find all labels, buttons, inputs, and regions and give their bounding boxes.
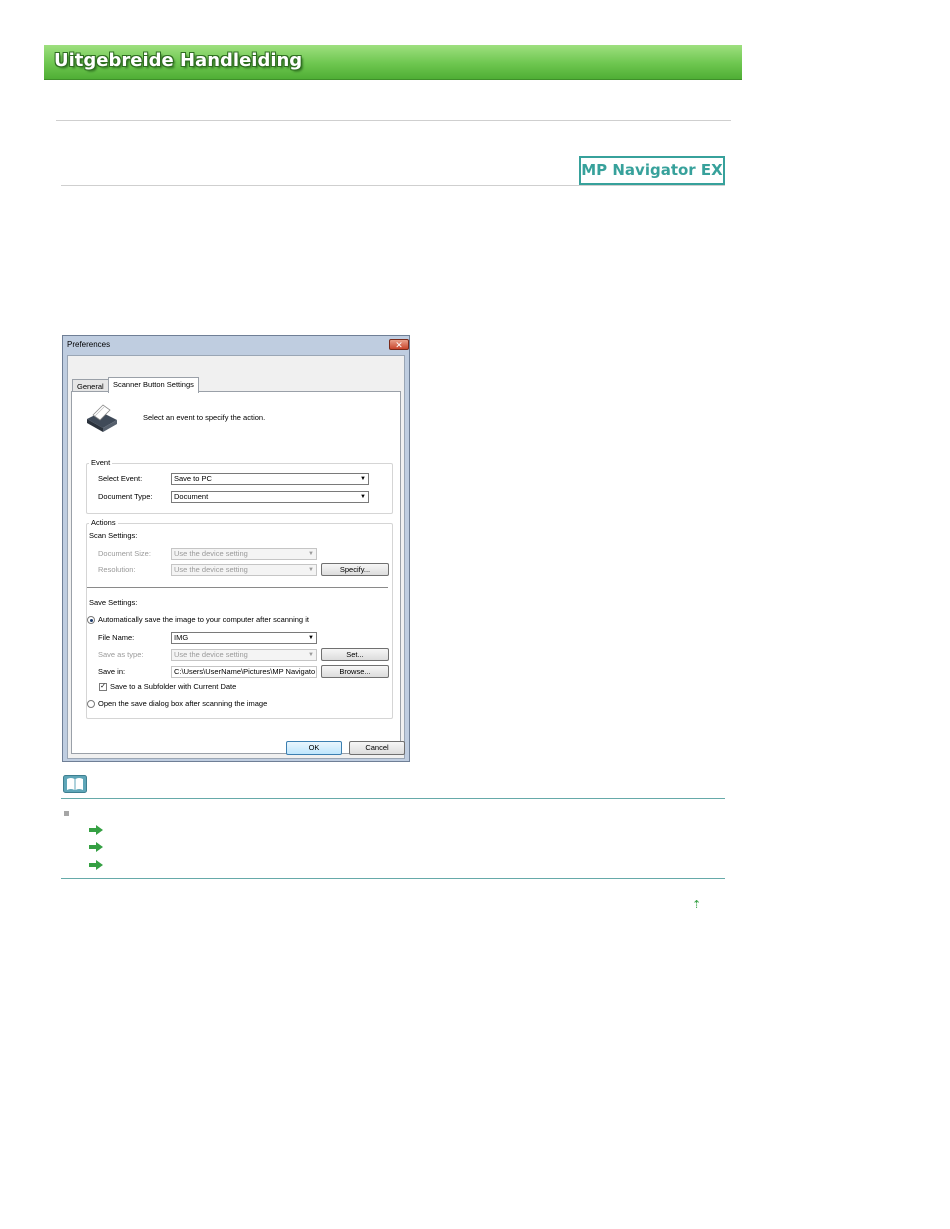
dialog-body: General Scanner Button Settings Select a… [67,355,405,759]
scanner-icon [87,404,117,432]
resolution-value: Use the device setting [174,565,248,574]
document-type-dropdown[interactable]: Document ▼ [171,491,369,503]
document-size-dropdown[interactable]: Use the device setting ▼ [171,548,317,560]
subfolder-checkbox[interactable]: ✓ [99,683,107,691]
prompt-text: Select an event to specify the action. [143,413,266,422]
preferences-dialog: Preferences ✕ General Scanner Button Set… [62,335,410,762]
document-size-label: Document Size: [98,549,151,558]
resolution-label: Resolution: [98,565,136,574]
save-settings-label: Save Settings: [89,598,138,607]
save-in-label: Save in: [98,667,126,676]
note-book-icon [63,775,87,793]
document-size-value: Use the device setting [174,549,248,558]
select-event-label: Select Event: [98,474,143,483]
chevron-down-icon: ▼ [308,551,314,557]
link-arrow-icon[interactable] [89,825,103,835]
note-rule-bottom [61,878,725,879]
back-to-top-link[interactable]: ⇡ [692,898,701,911]
document-type-label: Document Type: [98,492,153,501]
select-event-value: Save to PC [174,474,212,483]
chevron-down-icon: ▼ [308,652,314,658]
document-type-value: Document [174,492,209,501]
chevron-down-icon: ▼ [360,476,366,482]
product-badge: MP Navigator EX [579,156,725,185]
note-rule-top [61,798,725,799]
file-name-label: File Name: [98,633,135,642]
event-group-label: Event [89,458,113,467]
header-banner: Uitgebreide Handleiding [44,45,742,80]
link-arrow-icon[interactable] [89,842,103,852]
save-as-type-value: Use the device setting [174,650,248,659]
link-arrow-icon[interactable] [89,860,103,870]
bullet-icon [64,811,69,816]
open-dialog-radio[interactable] [87,700,95,708]
tab-scanner-button-settings[interactable]: Scanner Button Settings [108,377,199,393]
tab-panel: Select an event to specify the action. E… [71,391,401,754]
divider [56,120,731,121]
auto-save-label: Automatically save the image to your com… [98,615,309,624]
save-in-field[interactable]: C:\Users\UserName\Pictures\MP Navigato [171,666,317,678]
divider [61,185,725,186]
chevron-down-icon: ▼ [308,635,314,641]
save-as-type-label: Save as type: [98,650,144,659]
specify-button[interactable]: Specify... [321,563,389,576]
auto-save-radio[interactable] [87,616,95,624]
open-dialog-label: Open the save dialog box after scanning … [98,699,268,708]
dialog-title: Preferences [67,340,111,349]
event-group [86,463,393,514]
chevron-down-icon: ▼ [308,567,314,573]
actions-group-label: Actions [89,518,118,527]
ok-button[interactable]: OK [286,741,342,755]
file-name-value: IMG [174,633,189,642]
browse-button[interactable]: Browse... [321,665,389,678]
resolution-dropdown[interactable]: Use the device setting ▼ [171,564,317,576]
file-name-combo[interactable]: IMG ▼ [171,632,317,644]
cancel-button[interactable]: Cancel [349,741,405,755]
scan-settings-label: Scan Settings: [89,531,138,540]
subfolder-label: Save to a Subfolder with Current Date [110,682,237,691]
select-event-dropdown[interactable]: Save to PC ▼ [171,473,369,485]
close-button[interactable]: ✕ [389,339,409,350]
save-as-type-dropdown[interactable]: Use the device setting ▼ [171,649,317,661]
page-title: Uitgebreide Handleiding [54,50,303,71]
separator [87,587,388,588]
set-button[interactable]: Set... [321,648,389,661]
chevron-down-icon: ▼ [360,494,366,500]
